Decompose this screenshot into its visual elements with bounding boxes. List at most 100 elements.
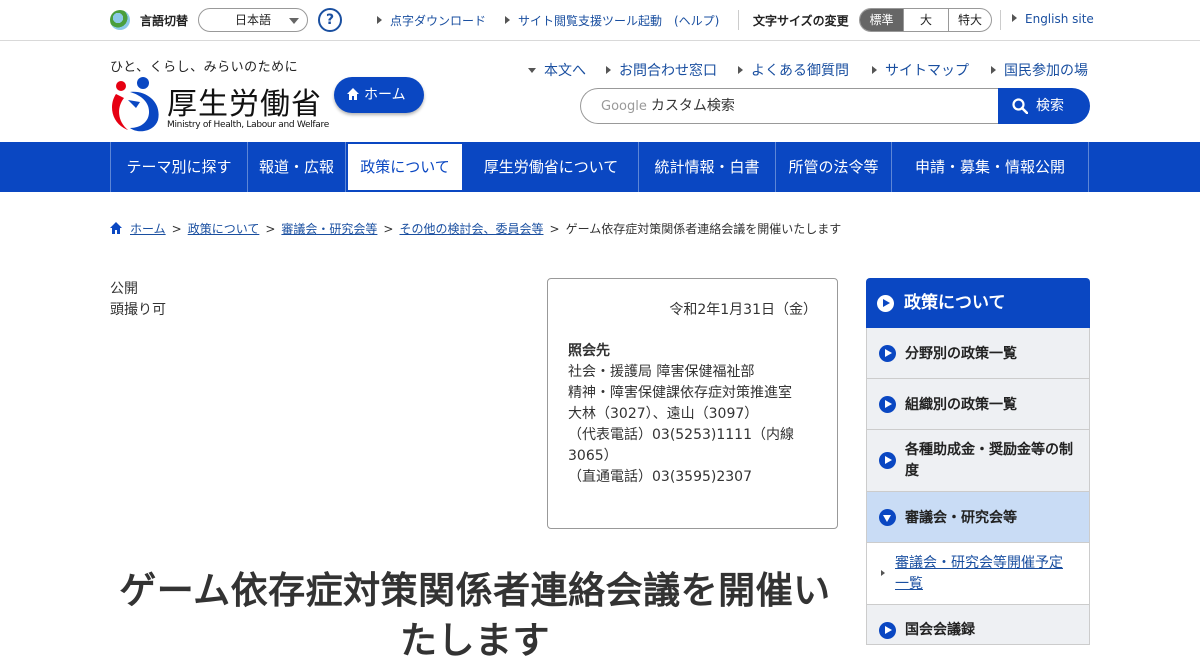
sitemap-link[interactable]: サイトマップ [872,60,969,80]
language-select-value: 日本語 [235,13,272,27]
search-button[interactable]: 検索 [998,88,1090,124]
side-item-policy-by-field[interactable]: 分野別の政策一覧 [866,328,1090,379]
side-item-policy-by-org[interactable]: 組織別の政策一覧 [866,379,1090,430]
gnav-item-policy[interactable]: 政策について [346,142,464,192]
chevron-down-icon [289,18,299,24]
contact-line: 精神・障害保健課依存症対策推進室 [568,385,792,401]
triangle-down-icon [528,68,536,73]
gnav-item-press[interactable]: 報道・広報 [248,142,346,192]
house-icon [110,222,122,234]
side-nav-heading[interactable]: 政策について [866,278,1090,328]
publication-status: 公開 [110,281,138,297]
side-nav: 政策について 分野別の政策一覧 組織別の政策一覧 各種助成金・奨励金等の制度 審… [866,278,1090,645]
help-button[interactable]: ? [318,8,342,32]
home-button[interactable]: ホーム [334,77,424,113]
contact-line: 社会・援護局 障害保健福祉部 [568,364,755,380]
faq-label: よくある御質問 [751,63,849,79]
font-size-xlarge-button[interactable]: 特大 [948,9,991,31]
breadcrumb-current: ゲーム依存症対策関係者連絡会議を開催いたします [565,222,842,236]
english-site-label: English site [1025,12,1094,26]
side-subitem-label[interactable]: 審議会・研究会等開催予定一覧 [895,555,1063,592]
gnav-item-statistics[interactable]: 統計情報・白書 [639,142,776,192]
contact-title: 照会先 [568,343,610,359]
press-meta: 公開 頭撮り可 [110,279,166,321]
side-item-label: 各種助成金・奨励金等の制度 [905,441,1073,479]
triangle-right-icon [738,66,743,74]
contact-link[interactable]: お問合わせ窓口 [606,60,717,80]
logo-english-name: Ministry of Health, Labour and Welfare [167,120,329,130]
side-item-label: 組織別の政策一覧 [905,397,1017,413]
gnav-item-laws[interactable]: 所管の法令等 [776,142,892,192]
breadcrumb-home[interactable]: ホーム [130,222,166,236]
font-size-label: 文字サイズの変更 [753,14,849,28]
circle-arrow-icon [879,345,896,362]
contact-line: （代表電話）03(5253)1111（内線3065） [568,427,794,464]
breadcrumb-councils[interactable]: 審議会・研究会等 [281,222,377,236]
triangle-right-icon [991,66,996,74]
font-size-standard-button[interactable]: 標準 [860,9,903,31]
search-input[interactable]: Google カスタム検索 [580,88,1000,124]
circle-arrow-icon [879,452,896,469]
font-size-switcher: 標準 大 特大 [859,8,992,32]
photo-permission: 頭撮り可 [110,302,166,318]
circle-chevron-down-icon [879,509,896,526]
sitemap-label: サイトマップ [885,63,969,79]
side-item-label: 国会会議録 [905,622,975,638]
triangle-right-icon [872,66,877,74]
breadcrumb-separator: > [171,222,182,236]
search-icon [1012,98,1028,114]
globe-icon [110,10,130,30]
contact-line: （直通電話）03(3595)2307 [568,469,752,485]
side-item-label: 審議会・研究会等 [905,510,1017,526]
triangle-right-icon [881,570,885,576]
side-item-diet-records[interactable]: 国会会議録 [866,605,1090,645]
gnav-item-about[interactable]: 厚生労働省について [464,142,639,192]
accessibility-tool-label: サイト閲覧支援ツール起動 (ヘルプ) [518,14,720,28]
faq-link[interactable]: よくある御質問 [738,60,849,80]
breadcrumb-other-committees[interactable]: その他の検討会、委員会等 [399,222,543,236]
side-item-councils[interactable]: 審議会・研究会等 [866,492,1090,543]
side-nav-heading-label: 政策について [904,293,1006,313]
breadcrumb-separator: > [549,222,560,236]
search-button-label: 検索 [1036,98,1064,114]
circle-arrow-icon [879,396,896,413]
house-icon [347,88,359,100]
global-nav: テーマ別に探す 報道・広報 政策について 厚生労働省について 統計情報・白書 所… [0,142,1200,192]
contact-line: 大林（3027）、遠山（3097） [568,406,759,422]
breadcrumb-policy[interactable]: 政策について [188,222,260,236]
home-button-label: ホーム [364,87,406,103]
side-item-label: 分野別の政策一覧 [905,346,1017,362]
triangle-right-icon [377,16,382,24]
side-subitem-council-schedule[interactable]: 審議会・研究会等開催予定一覧 [866,543,1090,605]
page-title: ゲーム依存症対策関係者連絡会議を開催いたします [119,569,831,662]
breadcrumb: ホーム > 政策について > 審議会・研究会等 > その他の検討会、委員会等 > ゲーム依存症対… [110,220,841,237]
skip-to-content-label: 本文へ [544,63,586,79]
skip-to-content-link[interactable]: 本文へ [528,60,586,80]
release-date: 令和2年1月31日（金） [669,302,817,318]
circle-arrow-icon [877,295,894,312]
circle-arrow-icon [879,622,896,639]
utility-bar: 言語切替 日本語 ? 点字ダウンロード サイト閲覧支援ツール起動 (ヘルプ) 文… [0,0,1200,41]
site-header: ひと、くらし、みらいのために 厚生労働省 Ministry of Health,… [0,41,1200,142]
triangle-right-icon [505,16,510,24]
english-site-link[interactable]: English site [1012,12,1094,26]
triangle-right-icon [1012,14,1017,22]
google-brand: Google [601,99,647,114]
tagline: ひと、くらし、みらいのために [110,60,299,75]
braille-download-link[interactable]: 点字ダウンロード [377,12,486,29]
breadcrumb-separator: > [383,222,394,236]
language-label: 言語切替 [140,14,189,28]
public-participation-link[interactable]: 国民参加の場 [991,60,1088,80]
language-select[interactable]: 日本語 [198,8,308,32]
contact-label: お問合わせ窓口 [619,63,717,79]
gnav-item-applications[interactable]: 申請・募集・情報公開 [892,142,1089,192]
contact-box: 令和2年1月31日（金） 照会先 社会・援護局 障害保健福祉部 精神・障害保健課… [547,278,838,529]
font-size-large-button[interactable]: 大 [903,9,948,31]
logo-name: 厚生労働省 [167,87,322,122]
accessibility-tool-link[interactable]: サイト閲覧支援ツール起動 (ヘルプ) [505,12,719,29]
gnav-item-themes[interactable]: テーマ別に探す [111,142,248,192]
divider [1000,10,1001,30]
braille-download-label: 点字ダウンロード [390,14,487,28]
mhlw-logo-icon[interactable] [110,76,162,132]
side-item-subsidies[interactable]: 各種助成金・奨励金等の制度 [866,430,1090,492]
